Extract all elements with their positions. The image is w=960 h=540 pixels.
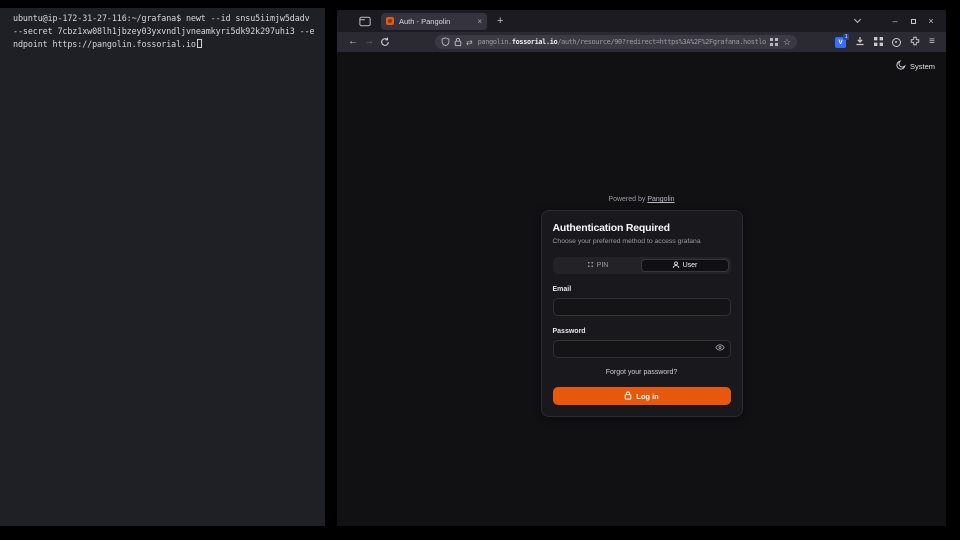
password-label: Password bbox=[553, 328, 731, 335]
tab-user-label: User bbox=[683, 262, 698, 269]
auth-method-tabs: PIN User bbox=[553, 257, 731, 274]
back-button[interactable]: ← bbox=[345, 37, 361, 47]
login-lock-icon bbox=[624, 391, 632, 402]
url-bar[interactable]: ⇄ pangolin.fossorial.io/auth/resource/90… bbox=[435, 35, 797, 49]
tab-close-icon[interactable]: × bbox=[477, 17, 482, 26]
card-subtitle: Choose your preferred method to access g… bbox=[553, 238, 731, 245]
email-label: Email bbox=[553, 286, 731, 293]
toolbar-extensions: V1 ≡ bbox=[835, 33, 935, 51]
extensions-puzzle-icon[interactable] bbox=[910, 33, 920, 51]
terminal-line: ubuntu@ip-172-31-27-116:~/grafana$ newt … bbox=[13, 12, 319, 25]
window-close-button[interactable]: × bbox=[922, 16, 940, 26]
user-icon bbox=[672, 261, 680, 271]
terminal-line: --secret 7cbz1xw08lh1jbzey03yxvndljvneam… bbox=[13, 25, 319, 38]
keypad-icon bbox=[587, 261, 594, 270]
terminal-text: --secret 7cbz1xw08lh1jbzey03yxvndljvneam… bbox=[13, 26, 314, 36]
moon-icon bbox=[896, 60, 906, 72]
circle-extension-icon[interactable] bbox=[892, 38, 901, 47]
url-text[interactable]: pangolin.fossorial.io/auth/resource/90?r… bbox=[478, 38, 766, 46]
maximize-icon bbox=[911, 19, 916, 24]
page-content: System Powered by Pangolin Authenticatio… bbox=[337, 52, 946, 526]
browser-tab[interactable]: Auth - Pangolin × bbox=[381, 13, 487, 30]
desktop: ubuntu@ip-172-31-27-116:~/grafana$ newt … bbox=[0, 0, 960, 540]
reload-button[interactable] bbox=[377, 37, 393, 47]
tab-user[interactable]: User bbox=[641, 259, 729, 272]
downloads-icon[interactable] bbox=[855, 33, 865, 51]
maximize-button[interactable] bbox=[904, 16, 922, 26]
lock-icon[interactable] bbox=[454, 37, 462, 47]
browser-window: Auth - Pangolin × + – × ← → bbox=[337, 10, 946, 526]
url-path: /auth/resource/90?redirect=https%3A%2F%2… bbox=[557, 38, 766, 46]
terminal-window[interactable]: ubuntu@ip-172-31-27-116:~/grafana$ newt … bbox=[0, 8, 325, 526]
extension-badge: 1 bbox=[843, 34, 849, 40]
list-tabs-chevron-icon[interactable] bbox=[854, 16, 861, 23]
card-title: Authentication Required bbox=[553, 222, 731, 234]
new-tab-button[interactable]: + bbox=[497, 15, 503, 27]
powered-by: Powered by Pangolin bbox=[541, 196, 743, 203]
bookmark-star-icon[interactable]: ☆ bbox=[783, 38, 791, 47]
email-input[interactable] bbox=[553, 298, 731, 316]
auth-section: Powered by Pangolin Authentication Requi… bbox=[541, 196, 743, 417]
blue-extension-icon[interactable]: V1 bbox=[835, 37, 846, 48]
forgot-password-link[interactable]: Forgot your password? bbox=[553, 369, 731, 376]
login-button-label: Log in bbox=[636, 392, 659, 401]
containers-grid-icon[interactable] bbox=[770, 33, 778, 51]
terminal-text: ubuntu@ip-172-31-27-116:~/grafana$ newt … bbox=[13, 13, 310, 23]
extension-letter: V bbox=[838, 39, 842, 46]
tab-pin-label: PIN bbox=[597, 262, 609, 269]
menu-hamburger-icon[interactable]: ≡ bbox=[929, 37, 935, 47]
theme-label: System bbox=[910, 62, 935, 71]
grid-extension-icon[interactable] bbox=[874, 33, 883, 51]
powered-by-text: Powered by bbox=[608, 196, 645, 203]
terminal-line: ndpoint https://pangolin.fossorial.io bbox=[13, 38, 319, 51]
shield-icon[interactable] bbox=[441, 37, 450, 47]
terminal-text: ndpoint https://pangolin.fossorial.io bbox=[13, 39, 196, 49]
forward-button[interactable]: → bbox=[361, 37, 377, 47]
url-domain: fossorial.io bbox=[512, 38, 558, 46]
password-field-wrap bbox=[553, 335, 731, 358]
pangolin-link[interactable]: Pangolin bbox=[647, 196, 674, 203]
auth-card: Authentication Required Choose your pref… bbox=[541, 210, 743, 417]
pangolin-favicon-icon bbox=[386, 17, 394, 25]
minimize-button[interactable]: – bbox=[886, 16, 904, 26]
url-prefix: pangolin. bbox=[478, 38, 512, 46]
tab-strip: Auth - Pangolin × + – × bbox=[337, 10, 946, 32]
urlbar-actions: ☆ bbox=[770, 33, 791, 51]
firefox-view-icon[interactable] bbox=[357, 13, 373, 29]
switch-icon[interactable]: ⇄ bbox=[466, 38, 473, 47]
browser-toolbar: ← → ⇄ pangolin.fossorial.io/auth/resourc… bbox=[337, 32, 946, 52]
login-button[interactable]: Log in bbox=[553, 387, 731, 405]
show-password-eye-icon[interactable] bbox=[715, 344, 725, 351]
theme-toggle[interactable]: System bbox=[896, 60, 935, 72]
tab-title: Auth - Pangolin bbox=[399, 17, 474, 26]
terminal-cursor bbox=[197, 39, 202, 48]
password-input[interactable] bbox=[553, 340, 731, 358]
tab-pin[interactable]: PIN bbox=[555, 259, 641, 272]
